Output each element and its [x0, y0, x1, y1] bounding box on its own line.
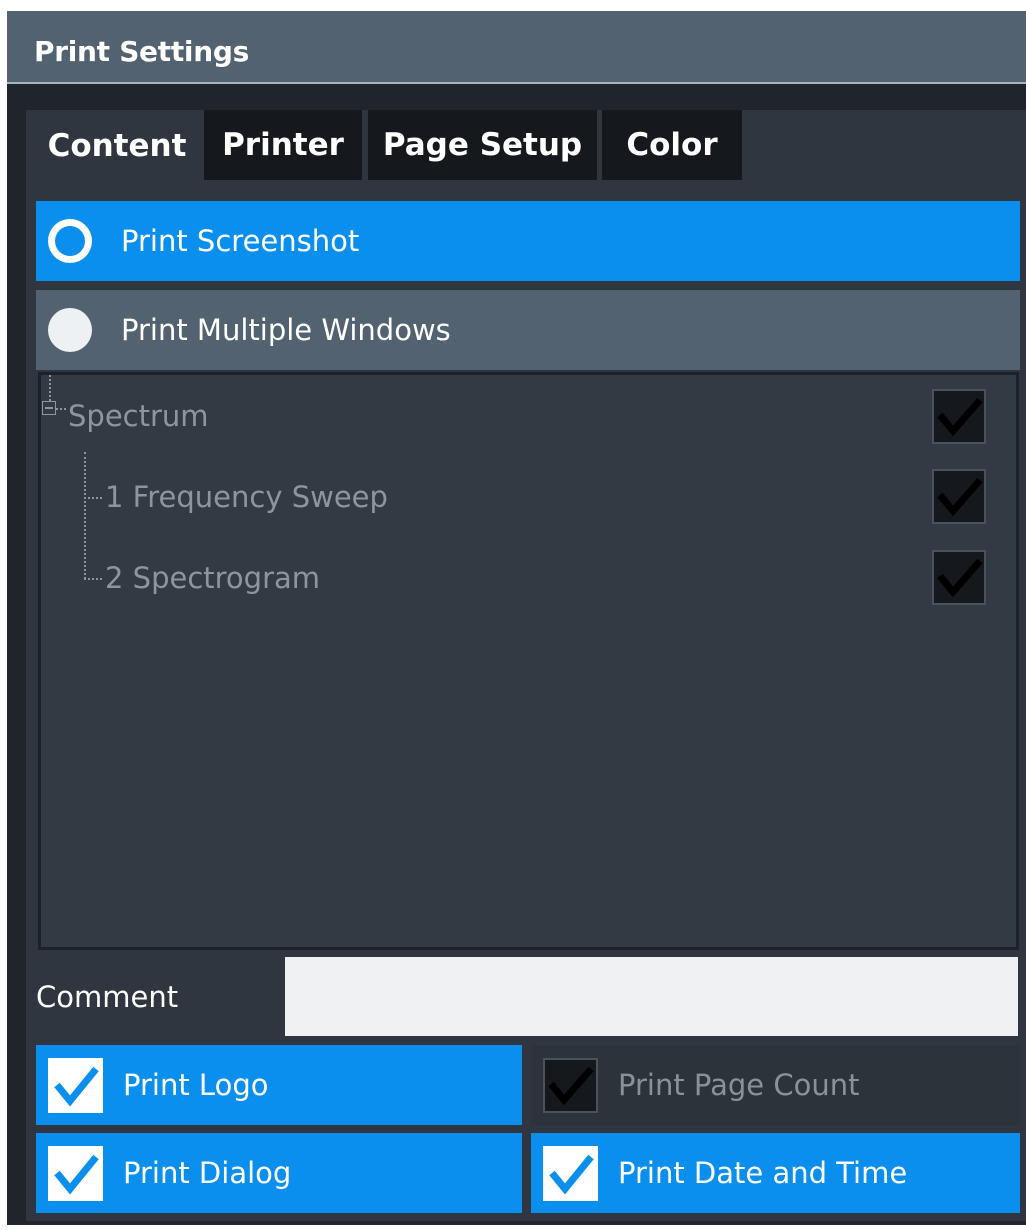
print-screenshot-option[interactable]: Print Screenshot	[36, 201, 1020, 281]
print-logo-label: Print Logo	[123, 1068, 269, 1102]
checkmark-icon	[937, 558, 983, 598]
tree-collapse-icon[interactable]	[42, 401, 56, 415]
print-multiple-windows-label: Print Multiple Windows	[121, 313, 451, 347]
print-dialog-label: Print Dialog	[123, 1156, 292, 1190]
print-date-time-label: Print Date and Time	[618, 1156, 908, 1190]
print-settings-dialog: Print Settings Content Printer Page Setu…	[7, 11, 1026, 1225]
print-dialog-checkbox[interactable]: Print Dialog	[36, 1133, 522, 1213]
comment-input[interactable]	[285, 957, 1018, 1036]
tree-node-spectrum[interactable]: Spectrum	[68, 399, 209, 433]
tree-connector-line	[84, 452, 86, 579]
checkmark-icon	[937, 397, 983, 437]
tree-connector-line	[49, 375, 51, 401]
checkmark-icon	[937, 477, 983, 517]
print-screenshot-label: Print Screenshot	[121, 224, 360, 258]
tab-color[interactable]: Color	[602, 110, 742, 180]
tree-connector-line	[56, 408, 66, 410]
spectrogram-checkbox[interactable]	[932, 550, 986, 605]
tree-node-spectrogram[interactable]: 2 Spectrogram	[105, 561, 320, 595]
print-page-count-label: Print Page Count	[618, 1068, 860, 1102]
print-logo-checkbox[interactable]: Print Logo	[36, 1045, 522, 1125]
radio-selected-icon[interactable]	[48, 219, 92, 263]
print-page-count-checkbox[interactable]: Print Page Count	[531, 1045, 1020, 1125]
spectrum-checkbox[interactable]	[932, 389, 986, 444]
checkmark-icon	[54, 1154, 99, 1195]
tab-printer[interactable]: Printer	[204, 110, 362, 180]
frequency-sweep-checkbox[interactable]	[932, 469, 986, 524]
window-tree: Spectrum 1 Frequency Sweep 2 Spectrogram	[38, 372, 1019, 950]
checkbox-box[interactable]	[48, 1145, 103, 1201]
tab-page-setup[interactable]: Page Setup	[368, 110, 597, 180]
comment-label: Comment	[36, 980, 179, 1014]
tab-content[interactable]: Content	[31, 110, 203, 182]
tree-connector-line	[84, 578, 102, 580]
print-multiple-windows-option[interactable]: Print Multiple Windows	[36, 290, 1020, 370]
radio-unselected-icon[interactable]	[48, 308, 92, 352]
print-date-time-checkbox[interactable]: Print Date and Time	[531, 1133, 1020, 1213]
checkmark-icon	[548, 1066, 594, 1105]
content-panel: Content Printer Page Setup Color Print S…	[26, 110, 1026, 1221]
checkbox-box[interactable]	[543, 1145, 598, 1201]
checkbox-box[interactable]	[543, 1057, 598, 1113]
checkbox-box[interactable]	[48, 1057, 103, 1113]
dialog-title: Print Settings	[34, 35, 249, 68]
dialog-title-bar[interactable]: Print Settings	[7, 11, 1026, 84]
tab-bar: Content Printer Page Setup Color	[26, 110, 1026, 182]
checkmark-icon	[549, 1154, 594, 1195]
tree-connector-line	[84, 497, 102, 499]
checkmark-icon	[54, 1066, 99, 1107]
tree-node-frequency-sweep[interactable]: 1 Frequency Sweep	[105, 480, 388, 514]
